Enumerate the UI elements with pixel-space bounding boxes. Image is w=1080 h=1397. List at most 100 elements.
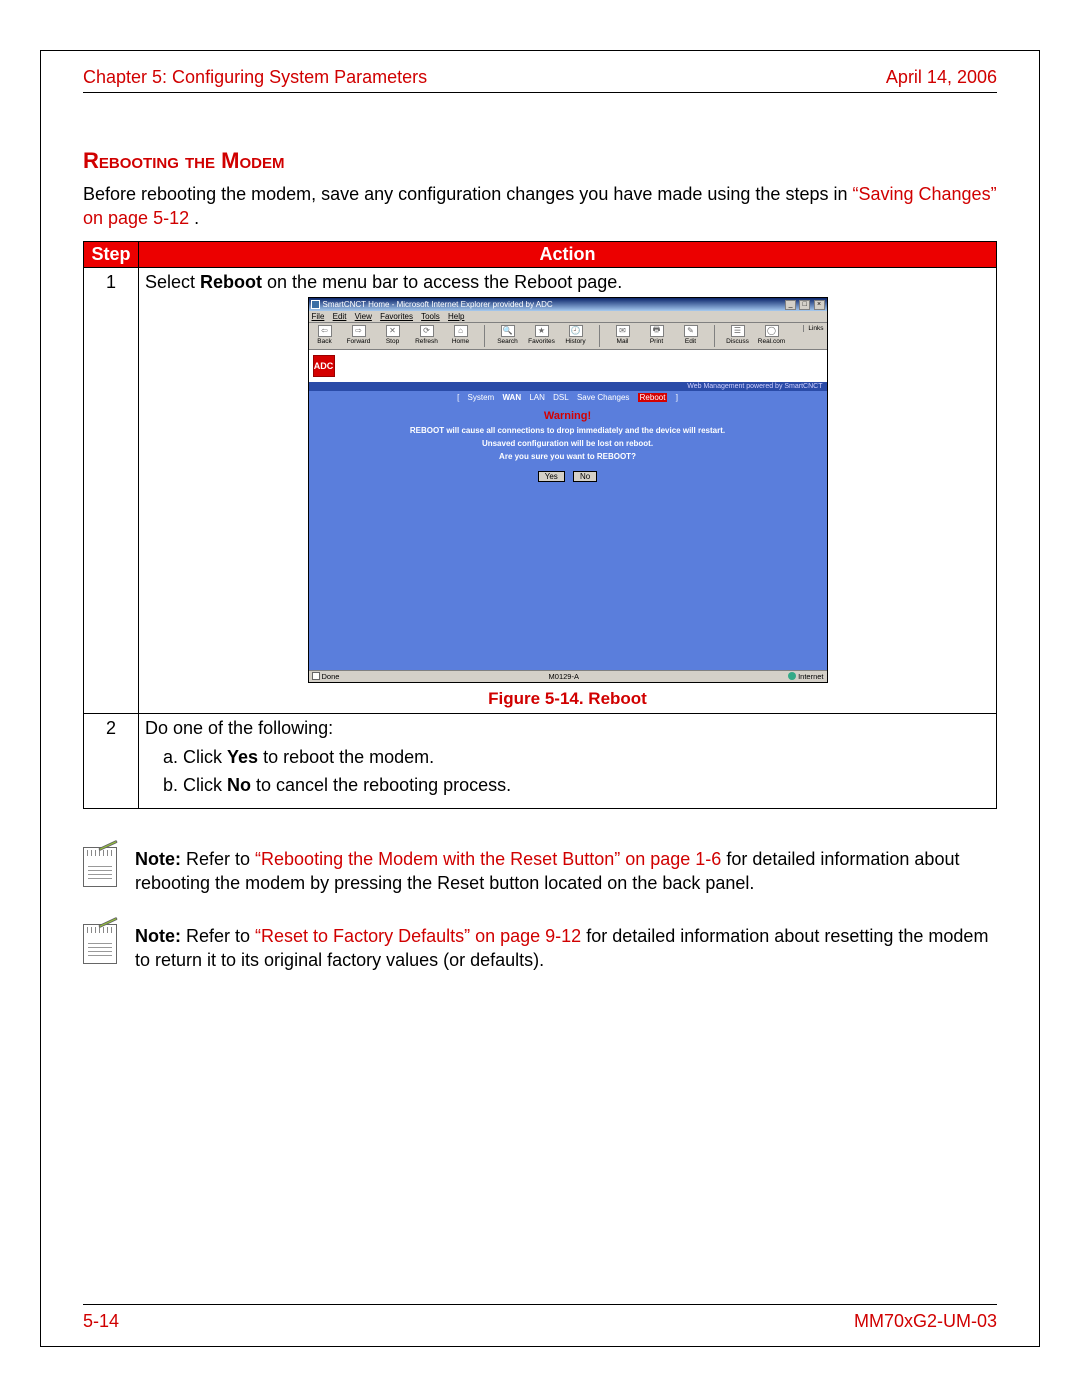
nav-reboot[interactable]: Reboot (638, 393, 668, 402)
page-number: 5-14 (83, 1311, 119, 1332)
table-row: 1 Select Reboot on the menu bar to acces… (84, 267, 997, 713)
nav-dsl[interactable]: DSL (553, 393, 569, 402)
header-date: April 14, 2006 (886, 67, 997, 88)
menu-file[interactable]: File (312, 312, 325, 321)
toolbar-realcom[interactable]: ◯Real.com (759, 325, 785, 345)
toolbar-print[interactable]: 🖶Print (644, 325, 670, 345)
crossref-reset-button[interactable]: “Rebooting the Modem with the Reset Butt… (255, 849, 721, 869)
intro-text: Before rebooting the modem, save any con… (83, 184, 852, 204)
ie-toolbar: ⇦Back ⇨Forward ✕Stop ⟳Refresh ⌂Home 🔍Sea… (309, 323, 827, 350)
step-number: 1 (84, 267, 139, 713)
note-label: Note: (135, 849, 181, 869)
menu-edit[interactable]: Edit (333, 312, 347, 321)
col-head-action: Action (139, 241, 997, 267)
nav-bracket: ] (676, 393, 678, 402)
button-row: Yes No (309, 471, 827, 482)
maximize-button[interactable]: □ (799, 300, 810, 310)
ie-icon (311, 300, 320, 309)
table-row: 2 Do one of the following: a. Click Yes … (84, 713, 997, 809)
note-block: Note: Refer to “Rebooting the Modem with… (83, 847, 997, 896)
toolbar-search[interactable]: 🔍Search (495, 325, 521, 345)
page-footer: 5-14 MM70xG2-UM-03 (83, 1304, 997, 1332)
status-model: M0129-A (343, 672, 784, 681)
warning-title: Warning! (309, 410, 827, 422)
toolbar-forward[interactable]: ⇨Forward (346, 325, 372, 345)
document-icon (312, 672, 320, 680)
toolbar-mail[interactable]: ✉Mail (610, 325, 636, 345)
ie-titlebar: SmartCNCT Home - Microsoft Internet Expl… (309, 298, 827, 311)
nav-system[interactable]: System (468, 393, 495, 402)
figure-caption: Figure 5-14. Reboot (145, 689, 990, 709)
note-text: Note: Refer to “Rebooting the Modem with… (135, 847, 997, 896)
col-head-step: Step (84, 241, 139, 267)
menu-tools[interactable]: Tools (421, 312, 440, 321)
substep-b-suffix: to cancel the rebooting process. (251, 775, 511, 795)
note-label: Note: (135, 926, 181, 946)
page-header: Chapter 5: Configuring System Parameters… (83, 67, 997, 93)
toolbar-stop[interactable]: ✕Stop (380, 325, 406, 345)
nav-wan[interactable]: WAN (502, 393, 521, 402)
substep-b: b. Click (163, 775, 227, 795)
globe-icon (788, 672, 796, 680)
close-button[interactable]: × (814, 300, 825, 310)
ie-content: ADC Web Management powered by SmartCNCT … (309, 350, 827, 670)
window-controls: _ □ × (784, 299, 824, 310)
toolbar-favorites[interactable]: ★Favorites (529, 325, 555, 345)
chapter-title: Chapter 5: Configuring System Parameters (83, 67, 427, 88)
intro-paragraph: Before rebooting the modem, save any con… (83, 182, 997, 231)
document-id: MM70xG2-UM-03 (854, 1311, 997, 1332)
status-zone: Internet (788, 672, 823, 681)
toolbar-history[interactable]: 🕘History (563, 325, 589, 345)
note-icon (83, 847, 117, 887)
action-text: Do one of the following: (145, 718, 990, 739)
nav-lan[interactable]: LAN (529, 393, 545, 402)
intro-suffix: . (194, 208, 199, 228)
note-block: Note: Refer to “Reset to Factory Default… (83, 924, 997, 973)
toolbar-links[interactable]: Links (803, 325, 823, 332)
nav-bracket: [ (457, 393, 459, 402)
note-prefix: Refer to (181, 849, 255, 869)
no-button[interactable]: No (573, 471, 597, 482)
action-bold: Reboot (200, 272, 262, 292)
substep-b-bold: No (227, 775, 251, 795)
modem-nav: [ System WAN LAN DSL Save Changes Reboot… (309, 391, 827, 404)
nav-save-changes[interactable]: Save Changes (577, 393, 629, 402)
toolbar-home[interactable]: ⌂Home (448, 325, 474, 345)
steps-table: Step Action 1 Select Reboot on the menu … (83, 241, 997, 810)
ie-menubar: File Edit View Favorites Tools Help (309, 311, 827, 323)
step-number: 2 (84, 713, 139, 809)
note-text: Note: Refer to “Reset to Factory Default… (135, 924, 997, 973)
substep-a-suffix: to reboot the modem. (258, 747, 434, 767)
window-title: SmartCNCT Home - Microsoft Internet Expl… (323, 300, 782, 309)
substep-a-bold: Yes (227, 747, 258, 767)
step-action: Select Reboot on the menu bar to access … (139, 267, 997, 713)
toolbar-discuss[interactable]: ☰Discuss (725, 325, 751, 345)
warning-line: Are you sure you want to REBOOT? (309, 452, 827, 461)
step-action: Do one of the following: a. Click Yes to… (139, 713, 997, 809)
warning-line: REBOOT will cause all connections to dro… (309, 426, 827, 435)
yes-button[interactable]: Yes (538, 471, 565, 482)
menu-favorites[interactable]: Favorites (380, 312, 413, 321)
minimize-button[interactable]: _ (785, 300, 796, 310)
strip-text: Web Management powered by SmartCNCT (309, 382, 827, 391)
warning-line: Unsaved configuration will be lost on re… (309, 439, 827, 448)
page: Chapter 5: Configuring System Parameters… (40, 50, 1040, 1347)
action-text: on the menu bar to access the Reboot pag… (262, 272, 622, 292)
crossref-factory-defaults[interactable]: “Reset to Factory Defaults” on page 9-12 (255, 926, 581, 946)
note-prefix: Refer to (181, 926, 255, 946)
toolbar-refresh[interactable]: ⟳Refresh (414, 325, 440, 345)
section-title: Rebooting the Modem (83, 148, 997, 174)
adc-logo: ADC (313, 355, 335, 377)
substep-a: a. Click (163, 747, 227, 767)
ie-statusbar: Done M0129-A Internet (309, 670, 827, 682)
adc-header: ADC (309, 350, 827, 382)
toolbar-back[interactable]: ⇦Back (312, 325, 338, 345)
ie-window: SmartCNCT Home - Microsoft Internet Expl… (308, 297, 828, 683)
action-text: Select (145, 272, 200, 292)
menu-help[interactable]: Help (448, 312, 464, 321)
figure: SmartCNCT Home - Microsoft Internet Expl… (145, 297, 990, 709)
menu-view[interactable]: View (355, 312, 372, 321)
toolbar-edit[interactable]: ✎Edit (678, 325, 704, 345)
status-done: Done (312, 672, 340, 681)
note-icon (83, 924, 117, 964)
